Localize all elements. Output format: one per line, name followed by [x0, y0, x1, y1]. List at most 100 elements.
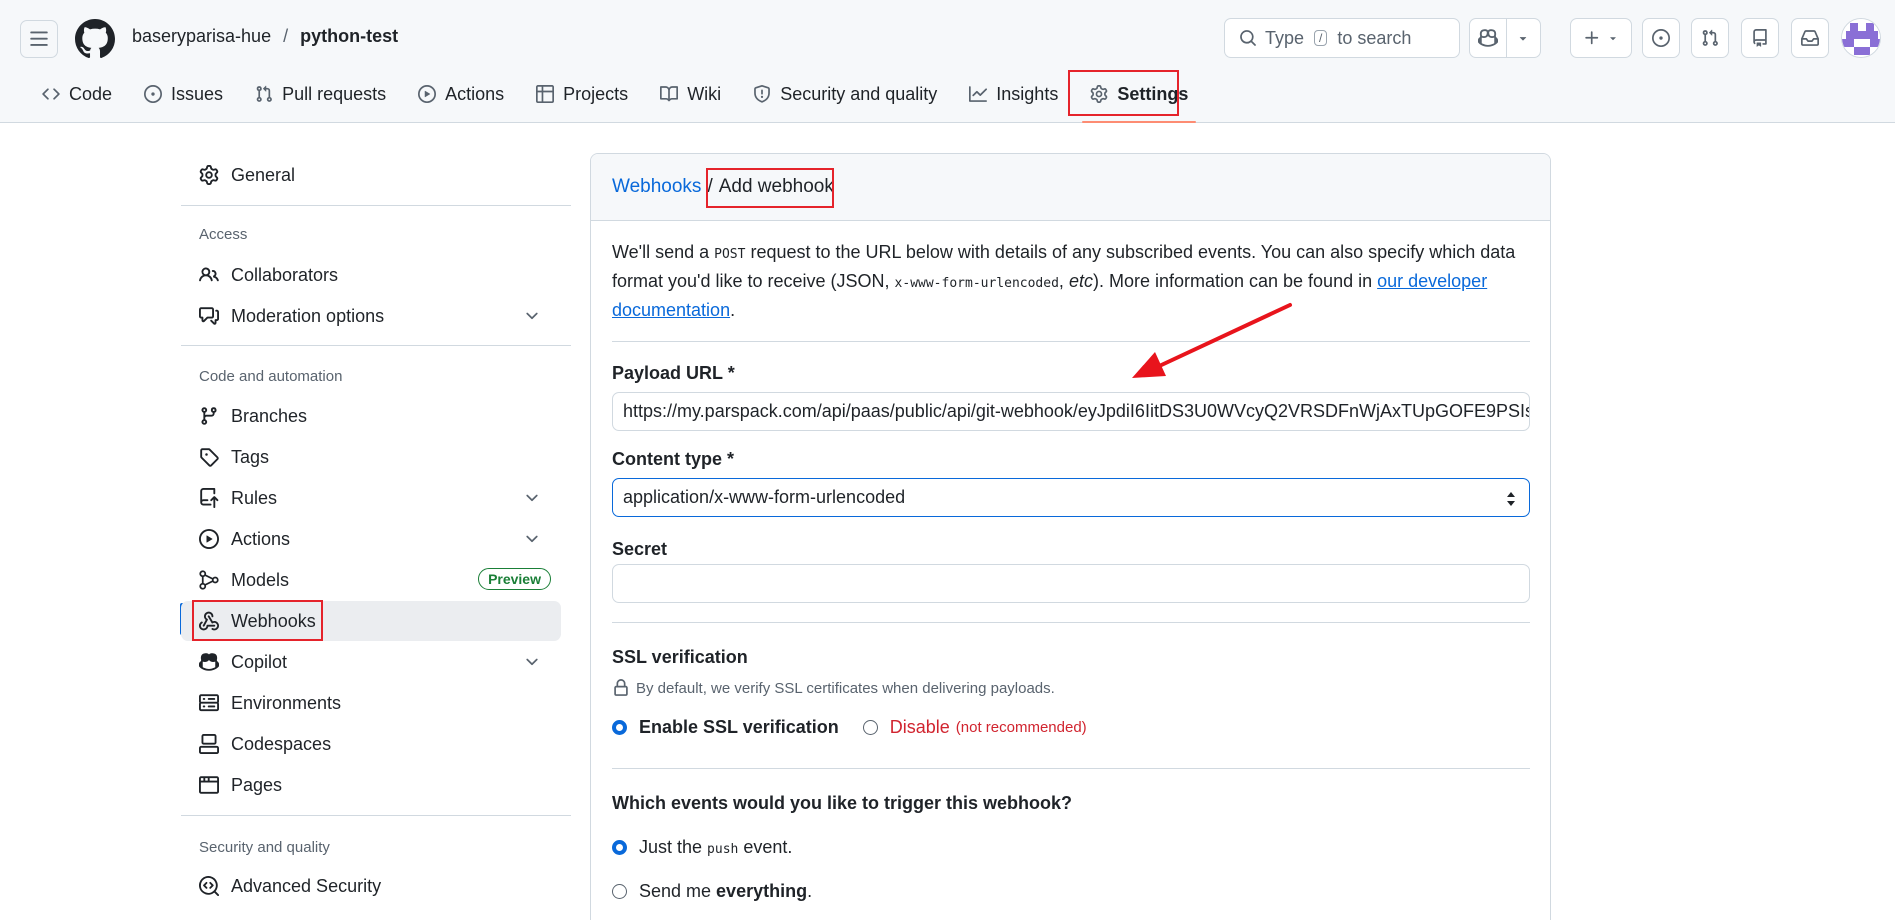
content-type-value: application/x-www-form-urlencoded: [623, 487, 906, 507]
event-everything-label[interactable]: Send me everything.: [639, 881, 812, 902]
sidebar-item-advanced-security[interactable]: Advanced Security: [181, 866, 561, 906]
intro-text-part: We'll send a: [612, 242, 715, 262]
tab-pull-requests-label: Pull requests: [282, 83, 387, 104]
settings-highlight-box: [1068, 70, 1179, 116]
tab-actions-label: Actions: [445, 83, 505, 104]
sidebar-item-label: Moderation options: [231, 305, 385, 326]
menu-icon: [29, 29, 49, 49]
ssl-enable-radio[interactable]: [612, 720, 627, 735]
event-everything-radio[interactable]: [612, 884, 627, 899]
triangle-down-icon[interactable]: [1506, 31, 1540, 45]
sidebar-item-label: Actions: [231, 528, 291, 549]
event-push-label[interactable]: Just the push event.: [639, 837, 792, 858]
tab-code[interactable]: Code: [26, 76, 128, 112]
codespaces-icon: [199, 734, 219, 754]
ssl-disable-label[interactable]: Disable: [890, 717, 950, 738]
search-placeholder-suffix: to search: [1337, 27, 1412, 48]
ssl-enable-label[interactable]: Enable SSL verification: [639, 717, 839, 738]
gear-icon: [199, 165, 219, 185]
intro-text: We'll send a POST request to the URL bel…: [612, 239, 1530, 324]
git-pull-request-icon: [255, 85, 273, 103]
ssl-note: By default, we verify SSL certificates w…: [612, 679, 1055, 697]
ssl-verification-heading: SSL verification: [612, 647, 748, 667]
chevron-down-icon: [523, 653, 541, 671]
search-input[interactable]: Type / to search: [1224, 18, 1460, 58]
hamburger-menu-button[interactable]: [20, 20, 58, 58]
issues-button[interactable]: [1642, 18, 1680, 58]
event-option-push: Just the push event.: [612, 837, 792, 858]
content-type-select[interactable]: application/x-www-form-urlencoded: [612, 478, 1530, 517]
not-recommended-note: (not recommended): [955, 719, 1087, 736]
lock-icon: [612, 679, 630, 697]
repo-name-link[interactable]: python-test: [300, 26, 398, 47]
ssl-options: Enable SSL verification Disable (not rec…: [612, 717, 1087, 738]
sidebar-item-label: Environments: [231, 692, 342, 713]
sidebar-item-tags[interactable]: Tags: [181, 437, 561, 477]
sidebar-item-models[interactable]: Models Preview: [181, 560, 561, 600]
sidebar-item-moderation-options[interactable]: Moderation options: [181, 296, 561, 336]
graph-icon: [969, 85, 988, 103]
tab-issues[interactable]: Issues: [128, 76, 239, 112]
sidebar-item-label: Branches: [231, 405, 308, 426]
sidebar-item-environments[interactable]: Environments: [181, 683, 561, 723]
form-divider: [612, 622, 1530, 623]
intro-text-part: ). More information can be found in: [1092, 271, 1378, 291]
event-all-prefix: Send me: [639, 881, 717, 901]
search-placeholder-prefix: Type: [1265, 27, 1305, 48]
sidebar-item-codespaces[interactable]: Codespaces: [181, 724, 561, 764]
sidebar-item-copilot[interactable]: Copilot: [181, 642, 561, 682]
tab-projects[interactable]: Projects: [520, 76, 644, 112]
tab-insights[interactable]: Insights: [953, 76, 1074, 112]
server-icon: [199, 693, 219, 713]
sidebar-item-collaborators[interactable]: Collaborators: [181, 255, 561, 295]
ssl-disable-radio[interactable]: [862, 720, 878, 735]
table-icon: [536, 85, 555, 103]
sidebar-item-actions[interactable]: Actions: [181, 519, 561, 559]
sidebar-divider: [181, 815, 571, 816]
event-push-radio[interactable]: [612, 840, 627, 855]
sidebar-item-general[interactable]: General: [181, 155, 561, 195]
tab-code-label: Code: [69, 83, 113, 104]
sidebar-item-label: Collaborators: [231, 264, 339, 285]
tab-projects-label: Projects: [563, 83, 629, 104]
comment-discussion-icon: [199, 306, 219, 326]
pull-requests-button[interactable]: [1691, 18, 1729, 58]
tab-wiki[interactable]: Wiki: [644, 76, 737, 112]
repo-owner-link[interactable]: baseryparisa-hue: [132, 26, 271, 47]
secret-input[interactable]: [612, 564, 1530, 603]
copilot-icon[interactable]: [1470, 28, 1506, 48]
search-shortcut-key: /: [1314, 30, 1328, 46]
chevron-down-icon: [523, 489, 541, 507]
sidebar-item-label: Models: [231, 569, 290, 590]
sidebar-item-branches[interactable]: Branches: [181, 396, 561, 436]
webhooks-highlight-box: [192, 600, 323, 641]
tab-wiki-label: Wiki: [687, 83, 722, 104]
sidebar-item-label: Advanced Security: [231, 875, 382, 896]
copilot-button-group: [1469, 18, 1541, 58]
sidebar-item-pages[interactable]: Pages: [181, 765, 561, 805]
tab-security-and-quality[interactable]: Security and quality: [737, 76, 953, 112]
intro-text-part: ,: [1058, 271, 1069, 291]
inbox-button[interactable]: [1791, 18, 1829, 58]
triangle-down-icon: [1607, 32, 1619, 44]
tag-icon: [199, 447, 219, 467]
tab-pull-requests[interactable]: Pull requests: [239, 76, 402, 112]
tab-actions[interactable]: Actions: [402, 76, 520, 112]
event-push-prefix: Just the: [639, 837, 708, 857]
plus-icon: [1583, 29, 1601, 47]
repositories-button[interactable]: [1741, 18, 1779, 58]
form-divider: [612, 768, 1530, 769]
user-avatar[interactable]: [1841, 18, 1881, 58]
payload-url-input[interactable]: https://my.parspack.com/api/paas/public/…: [612, 392, 1530, 431]
search-icon: [1239, 29, 1257, 47]
secret-label: Secret: [612, 539, 668, 559]
people-icon: [199, 265, 219, 285]
content-type-label: Content type *: [612, 449, 735, 469]
code-icon: [42, 85, 60, 103]
git-pull-request-icon: [1701, 29, 1719, 47]
webhooks-breadcrumb-link[interactable]: Webhooks: [612, 176, 701, 198]
github-logo-icon[interactable]: [75, 19, 115, 59]
add-webhook-panel: Webhooks / Add webhook We'll send a POST…: [590, 153, 1551, 920]
sidebar-item-rules[interactable]: Rules: [181, 478, 561, 518]
create-new-button[interactable]: [1570, 18, 1632, 58]
